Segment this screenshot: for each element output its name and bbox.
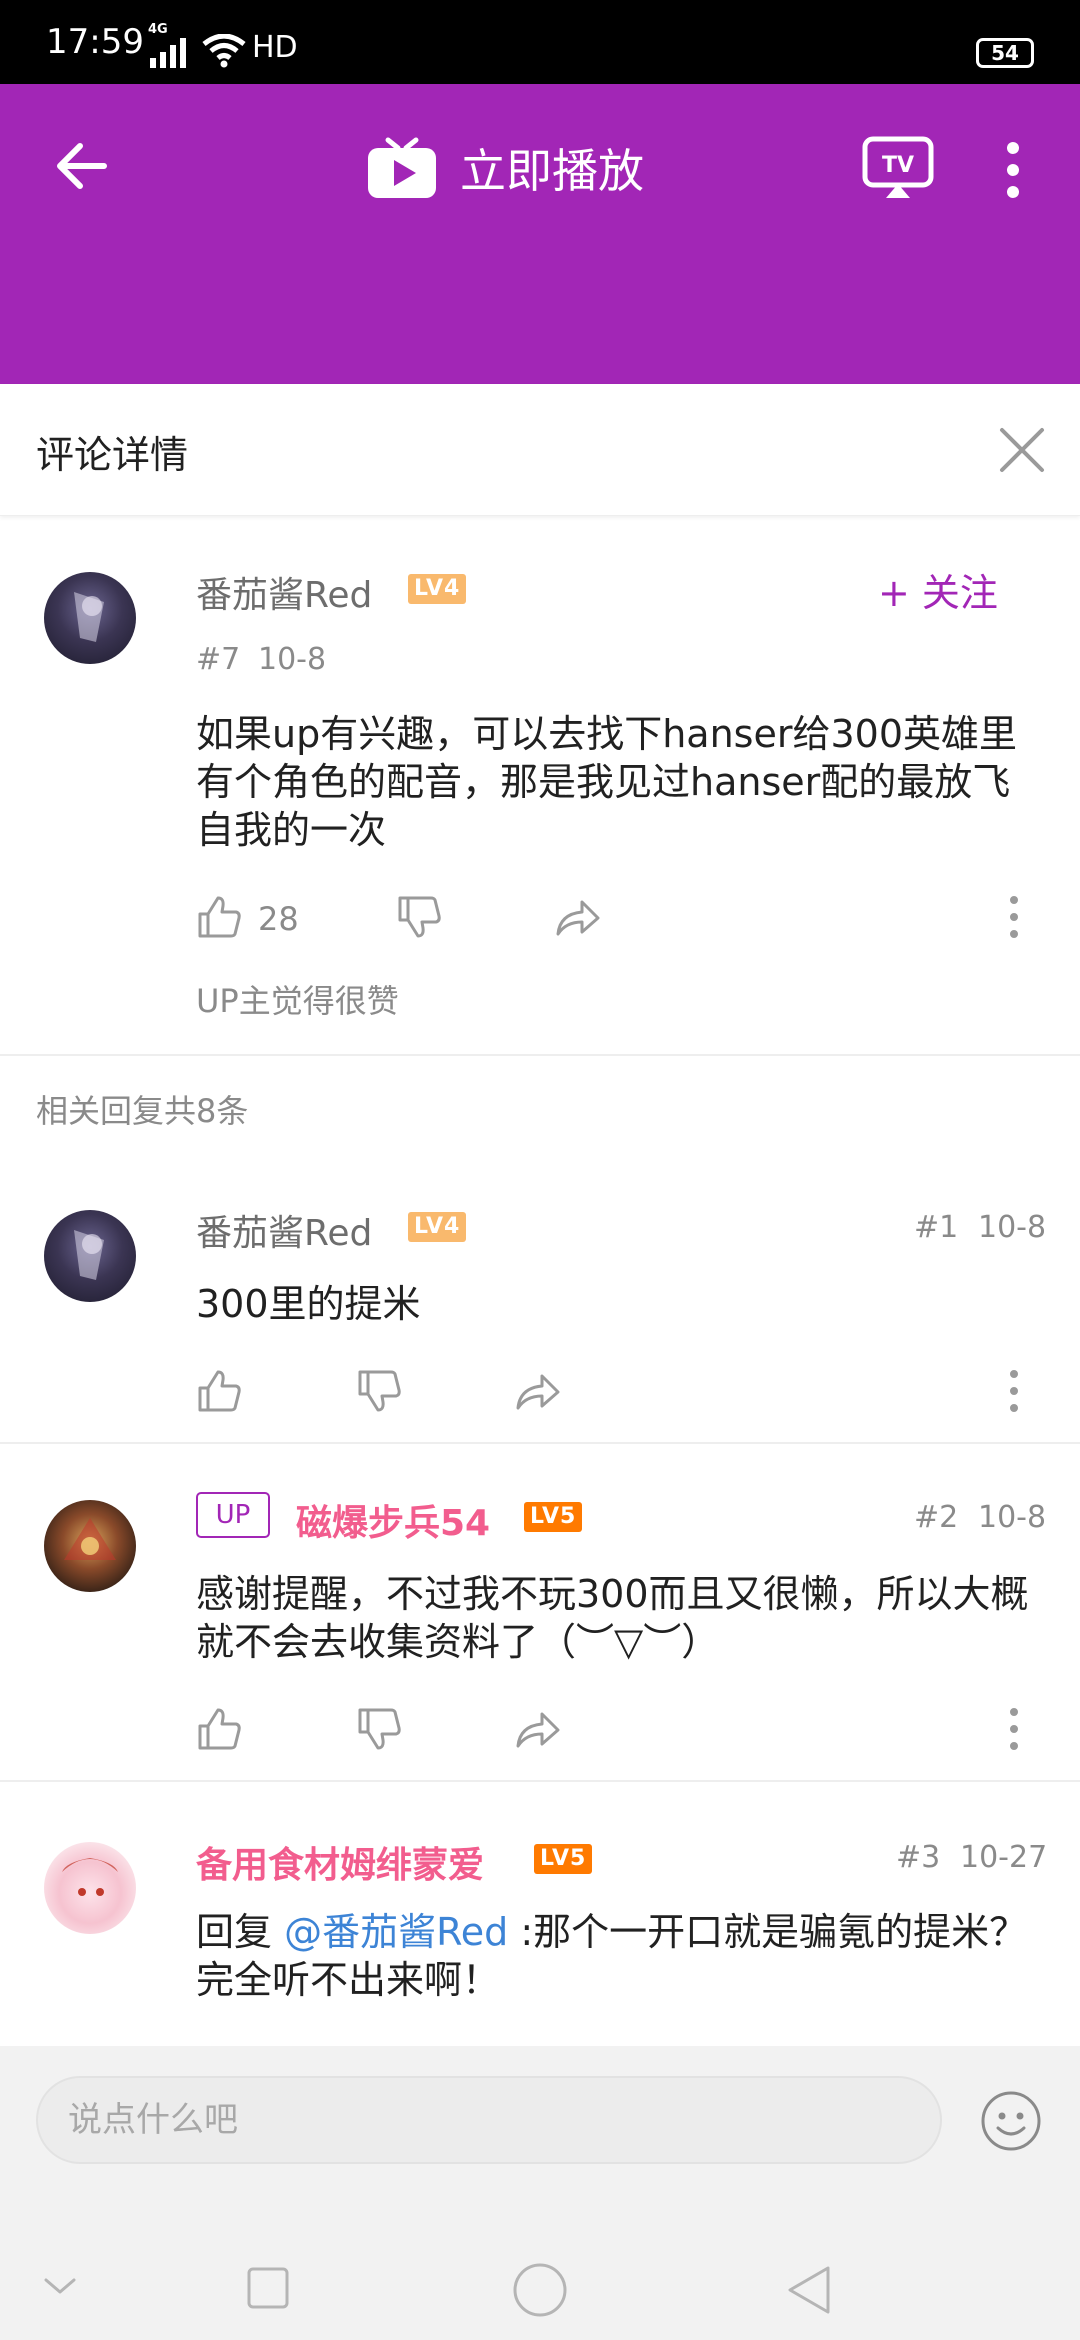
avatar[interactable] [44,1210,136,1302]
wifi-icon [202,34,246,68]
tv-cast-icon[interactable]: TV [862,136,934,200]
more-options-icon[interactable] [1008,1368,1020,1414]
share-icon[interactable] [514,1706,560,1752]
like-count: 28 [258,900,299,938]
back-arrow-icon[interactable] [52,136,112,196]
svg-text:TV: TV [882,153,914,178]
recents-icon[interactable] [246,2266,290,2310]
dislike-icon[interactable] [396,894,442,940]
reply-text: 感谢提醒，不过我不玩300而且又很懒，所以大概就不会去收集资料了（︶▽︶） [196,1572,1029,1664]
status-time: 17:59 [46,22,144,62]
share-icon[interactable] [514,1368,560,1414]
replies-count: 相关回复共8条 [36,1092,249,1130]
reply-composer: 说点什么吧 [0,2046,1080,2244]
system-nav-bar [0,2244,1080,2340]
like-icon[interactable] [196,1368,242,1414]
follow-button[interactable]: + 关注 [878,562,998,617]
like-icon[interactable] [196,1706,242,1752]
status-bar: 17:59 4G HD 54 [0,0,1080,84]
avatar[interactable] [44,1500,136,1592]
username[interactable]: 磁爆步兵54 [296,1494,490,1546]
close-icon[interactable] [998,426,1046,474]
signal-icon [150,38,186,68]
level-badge: LV5 [534,1844,593,1874]
app-bar: 立即播放 TV [0,84,1080,384]
hd-indicator: HD [252,30,298,65]
comment-date: 10-8 [978,1210,1047,1245]
username[interactable]: 番茄酱Red [196,566,372,618]
page-title: 评论详情 [36,433,189,477]
reply-prefix: 回复 [196,1910,285,1954]
divider [0,1780,1080,1782]
up-badge: UP [196,1492,270,1538]
level-badge: LV5 [524,1502,583,1532]
comment-date: 10-27 [960,1840,1048,1875]
comment-detail-header: 评论详情 [0,384,1080,516]
home-icon[interactable] [512,2262,568,2318]
divider [0,1054,1080,1056]
up-liked-label: UP主觉得很赞 [196,982,399,1020]
divider [0,1442,1080,1444]
floor-number: #7 [196,642,241,677]
more-icon[interactable] [1006,140,1020,200]
tv-play-icon [368,137,436,198]
level-badge: LV4 [408,1212,467,1242]
comment-date: 10-8 [258,642,327,677]
comment-input[interactable]: 说点什么吧 [36,2076,942,2164]
reply-text: 回复 @番茄酱Red :那个一开口就是骗氪的提米？完全听不出来啊！ [196,1908,1046,2004]
avatar[interactable] [44,1842,136,1934]
like-icon[interactable] [196,894,242,940]
comment-date: 10-8 [978,1500,1047,1535]
battery-icon: 54 [976,38,1034,68]
dislike-icon[interactable] [356,1706,402,1752]
play-now-button[interactable]: 立即播放 [366,130,644,206]
username[interactable]: 番茄酱Red [196,1204,372,1256]
play-now-label: 立即播放 [460,144,644,198]
comment-text: 如果up有兴趣，可以去找下hanser给300英雄里有个角色的配音，那是我见过h… [196,712,1017,852]
share-icon[interactable] [554,894,600,940]
floor-number: #2 [914,1500,959,1535]
more-options-icon[interactable] [1008,1706,1020,1752]
more-options-icon[interactable] [1008,894,1020,940]
floor-number: #3 [896,1840,941,1875]
mention-link[interactable]: @番茄酱Red [284,1910,508,1954]
network-type: 4G [148,22,168,37]
collapse-icon[interactable] [42,2274,78,2298]
dislike-icon[interactable] [356,1368,402,1414]
back-nav-icon[interactable] [786,2264,832,2316]
emoji-icon[interactable] [980,2090,1042,2152]
level-badge: LV4 [408,574,467,604]
username[interactable]: 备用食材姆绯蒙爱 [196,1836,484,1888]
floor-number: #1 [914,1210,959,1245]
avatar[interactable] [44,572,136,664]
reply-text: 300里的提米 [196,1282,421,1326]
